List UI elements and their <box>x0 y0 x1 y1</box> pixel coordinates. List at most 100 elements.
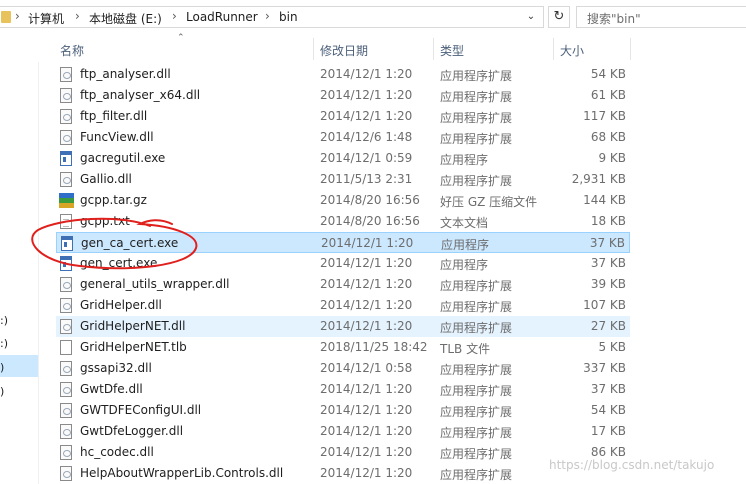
breadcrumb-drive-e[interactable]: 本地磁盘 (E:) <box>89 10 162 27</box>
file-date: 2014/12/1 1:20 <box>320 109 413 123</box>
file-row[interactable]: gssapi32.dll 2014/12/1 0:58 应用程序扩展 337 KB <box>56 358 630 379</box>
file-type: 应用程序 <box>440 153 489 167</box>
column-divider[interactable] <box>313 38 314 60</box>
file-date: 2014/8/20 16:56 <box>320 214 420 228</box>
column-header: 名称 修改日期 类型 大小 <box>0 36 746 62</box>
file-date: 2014/12/1 1:20 <box>320 256 413 270</box>
column-divider[interactable] <box>553 38 554 60</box>
file-type: 应用程序扩展 <box>440 69 513 83</box>
file-size: 107 KB <box>583 298 626 312</box>
file-row[interactable]: gcpp.txt 2014/8/20 16:56 文本文档 18 KB <box>56 211 630 232</box>
file-row[interactable]: hc_codec.dll 2014/12/1 1:20 应用程序扩展 86 KB <box>56 442 630 463</box>
dll-file-icon <box>60 403 72 418</box>
file-type: 应用程序扩展 <box>440 279 513 293</box>
file-type: 应用程序扩展 <box>440 111 513 125</box>
file-size: 337 KB <box>583 361 626 375</box>
file-date: 2014/12/1 0:59 <box>320 151 413 165</box>
file-type: 应用程序扩展 <box>440 321 513 335</box>
column-header-size[interactable]: 大小 <box>560 42 584 59</box>
file-date: 2014/12/1 0:58 <box>320 361 413 375</box>
column-divider[interactable] <box>630 38 631 60</box>
dll-file-icon <box>60 298 72 313</box>
file-name: Gallio.dll <box>80 172 132 186</box>
file-date: 2014/12/1 1:20 <box>320 445 413 459</box>
chevron-down-icon[interactable]: ⌄ <box>523 9 539 25</box>
file-name: ftp_filter.dll <box>80 109 148 123</box>
file-date: 2011/5/13 2:31 <box>320 172 413 186</box>
file-type: 应用程序扩展 <box>440 300 513 314</box>
file-name: general_utils_wrapper.dll <box>80 277 230 291</box>
file-row[interactable]: GridHelper.dll 2014/12/1 1:20 应用程序扩展 107 KB <box>56 295 630 316</box>
file-row[interactable]: GWTDFEConfigUI.dll 2014/12/1 1:20 应用程序扩展 54… <box>56 400 630 421</box>
file-row[interactable]: general_utils_wrapper.dll 2014/12/1 1:20 应… <box>56 274 630 295</box>
file-name: gen_cert.exe <box>80 256 158 270</box>
file-size: 39 KB <box>590 277 626 291</box>
nav-item[interactable]: ) <box>0 385 4 398</box>
breadcrumb-computer[interactable]: 计算机 <box>28 10 64 27</box>
file-size: 27 KB <box>590 319 626 333</box>
file-row[interactable]: gcpp.tar.gz 2014/8/20 16:56 好压 GZ 压缩文件 144 … <box>56 190 630 211</box>
file-size: 144 KB <box>583 193 626 207</box>
file-type: 应用程序扩展 <box>440 90 513 104</box>
file-date: 2014/12/1 1:20 <box>321 236 414 250</box>
file-row[interactable]: GridHelperNET.dll 2014/12/1 1:20 应用程序扩展 27 … <box>56 316 630 337</box>
file-name: ftp_analyser_x64.dll <box>80 88 201 102</box>
text-file-icon <box>60 214 72 229</box>
dll-file-icon <box>60 172 72 187</box>
breadcrumb-bin[interactable]: bin <box>279 10 298 24</box>
file-date: 2014/12/1 1:20 <box>320 424 413 438</box>
search-input[interactable]: 搜索"bin" <box>576 6 746 28</box>
dll-file-icon <box>60 445 72 460</box>
file-name: GwtDfeLogger.dll <box>80 424 184 438</box>
column-header-name[interactable]: 名称 <box>60 42 84 59</box>
file-row[interactable]: gen_ca_cert.exe 2014/12/1 1:20 应用程序 37 KB <box>56 232 630 253</box>
file-row[interactable]: FuncView.dll 2014/12/6 1:48 应用程序扩展 68 KB <box>56 127 630 148</box>
file-size: 54 KB <box>590 67 626 81</box>
dll-file-icon <box>60 130 72 145</box>
file-type: 应用程序扩展 <box>440 426 513 440</box>
refresh-icon[interactable]: ↻ <box>548 6 570 28</box>
column-header-type[interactable]: 类型 <box>440 42 464 59</box>
file-type: 应用程序 <box>440 258 489 272</box>
breadcrumb-separator: › <box>172 9 177 23</box>
file-size: 117 KB <box>583 109 626 123</box>
dll-file-icon <box>60 67 72 82</box>
file-name: FuncView.dll <box>80 130 154 144</box>
file-row[interactable]: GwtDfe.dll 2014/12/1 1:20 应用程序扩展 37 KB <box>56 379 630 400</box>
exe-file-icon <box>61 236 73 251</box>
file-row[interactable]: gen_cert.exe 2014/12/1 1:20 应用程序 37 KB <box>56 253 630 274</box>
file-size: 2,931 KB <box>571 172 626 186</box>
file-row[interactable]: gacregutil.exe 2014/12/1 0:59 应用程序 9 KB <box>56 148 630 169</box>
file-size: 18 KB <box>590 214 626 228</box>
column-divider[interactable] <box>433 38 434 60</box>
file-name: GridHelperNET.tlb <box>80 340 187 354</box>
address-bar[interactable]: › 计算机 › 本地磁盘 (E:) › LoadRunner › bin ⌄ <box>0 6 544 28</box>
file-row[interactable]: ftp_analyser_x64.dll 2014/12/1 1:20 应用程序扩展… <box>56 85 630 106</box>
file-date: 2014/12/1 1:20 <box>320 88 413 102</box>
nav-item[interactable]: :) <box>0 314 8 327</box>
nav-item[interactable]: :) <box>0 337 8 350</box>
nav-item[interactable]: ) <box>0 361 4 374</box>
column-header-date[interactable]: 修改日期 <box>320 42 368 59</box>
file-name: GWTDFEConfigUI.dll <box>80 403 202 417</box>
file-size: 9 KB <box>598 151 626 165</box>
breadcrumb-loadrunner[interactable]: LoadRunner <box>186 10 258 24</box>
file-row[interactable]: ftp_analyser.dll 2014/12/1 1:20 应用程序扩展 54 K… <box>56 64 630 85</box>
search-placeholder: 搜索"bin" <box>587 12 641 26</box>
file-size: 68 KB <box>590 130 626 144</box>
file-type: 应用程序扩展 <box>440 384 513 398</box>
file-name: ftp_analyser.dll <box>80 67 171 81</box>
file-type: 好压 GZ 压缩文件 <box>440 195 538 209</box>
file-name: gcpp.txt <box>80 214 130 228</box>
file-row[interactable]: Gallio.dll 2011/5/13 2:31 应用程序扩展 2,931 KB <box>56 169 630 190</box>
file-row[interactable]: HelpAboutWrapperLib.Controls.dll 2014/12/… <box>56 463 630 484</box>
file-row[interactable]: GwtDfeLogger.dll 2014/12/1 1:20 应用程序扩展 17 K… <box>56 421 630 442</box>
folder-icon <box>1 11 11 23</box>
dll-file-icon <box>60 277 72 292</box>
dll-file-icon <box>60 109 72 124</box>
file-row[interactable]: GridHelperNET.tlb 2018/11/25 18:42 TLB 文件 5… <box>56 337 630 358</box>
file-row[interactable]: ftp_filter.dll 2014/12/1 1:20 应用程序扩展 117 KB <box>56 106 630 127</box>
file-type: 应用程序扩展 <box>440 174 513 188</box>
file-date: 2014/12/1 1:20 <box>320 382 413 396</box>
file-type: TLB 文件 <box>440 342 491 356</box>
